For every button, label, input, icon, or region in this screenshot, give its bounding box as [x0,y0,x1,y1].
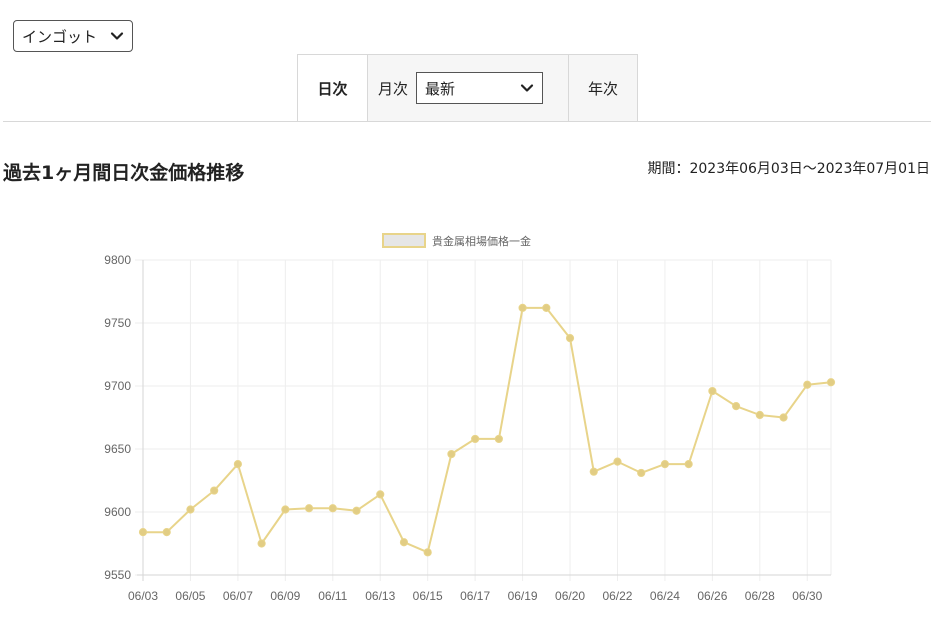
x-tick-label: 06/26 [697,589,727,603]
price-line-chart: 9550 9600 9650 9700 9750 9800 06/03 06/05 06/07 0… [104,233,836,603]
data-point [637,468,646,478]
data-point [779,413,788,422]
tab-daily[interactable]: 日次 [298,55,368,121]
x-tick-label: 06/17 [460,589,490,603]
chevron-down-icon [520,84,534,92]
x-tick-label: 06/19 [508,589,538,603]
x-tick-label: 06/03 [128,589,158,603]
product-select-value: インゴット [22,27,98,46]
chevron-down-icon [110,32,124,40]
data-point [328,504,337,513]
data-point [471,434,480,444]
data-point [352,506,361,515]
data-point [542,303,551,312]
data-point [660,460,670,469]
page-title: 過去1ヶ月間日次金価格推移 [3,162,245,184]
x-tick-label: 06/28 [745,589,775,603]
data-point [684,460,693,469]
monthly-select[interactable]: 最新 [416,72,544,104]
legend-swatch [382,233,426,248]
data-point [281,505,290,514]
x-tick-label: 06/24 [650,589,680,603]
y-tick-label: 9600 [104,505,131,519]
data-point [447,449,456,459]
data-point [304,504,314,513]
data-point [803,380,812,389]
data-point [518,303,527,312]
x-tick-label: 06/09 [270,589,300,603]
data-point [589,467,598,476]
x-tick-label: 06/05 [175,589,205,603]
data-point [399,538,409,547]
data-point [376,490,385,499]
data-point [826,378,836,387]
data-point [186,505,195,514]
x-tick-label: 06/15 [413,589,443,603]
tab-daily-label: 日次 [317,79,348,98]
period-range: 期間：2023年06月03日～2023年07月01日 [647,161,930,177]
tab-monthly[interactable]: 月次 最新 [368,55,569,121]
divider [3,121,931,122]
data-point [732,402,741,411]
data-point [210,486,219,495]
y-tick-label: 9550 [104,568,131,582]
data-point [613,457,622,466]
price-series-line [143,306,832,554]
y-tick-label: 9750 [104,316,131,330]
x-tick-label: 06/07 [223,589,253,603]
data-point [233,460,242,469]
tab-yearly[interactable]: 年次 [569,55,637,121]
monthly-select-value: 最新 [425,79,456,98]
data-point [162,528,171,537]
data-point [423,548,432,557]
x-tick-label: 06/20 [555,589,585,603]
x-tick-label: 06/22 [602,589,632,603]
legend-label: 貴金属相場価格一金 [432,234,531,248]
period-tabs: 日次 月次 最新 年次 [297,54,638,121]
y-tick-label: 9800 [104,253,131,267]
product-select[interactable]: インゴット [13,20,133,52]
y-tick-label: 9700 [104,379,131,393]
x-tick-label: 06/13 [365,589,395,603]
data-point [565,334,575,343]
data-point [138,528,148,537]
x-tick-label: 06/11 [318,589,347,603]
data-point [755,410,764,420]
data-point [708,386,717,396]
y-tick-label: 9650 [104,442,131,456]
tab-yearly-label: 年次 [587,79,618,98]
data-point [494,434,503,444]
data-point [257,539,266,548]
x-tick-label: 06/30 [792,589,822,603]
tab-monthly-label: 月次 [378,79,409,98]
